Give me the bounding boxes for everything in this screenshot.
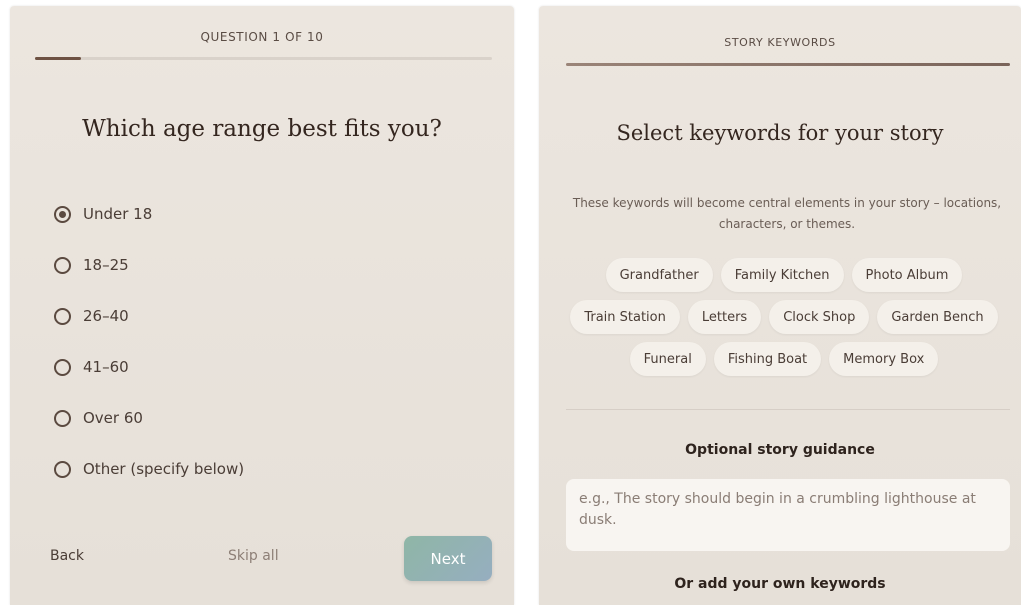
keyword-chip[interactable]: Memory Box bbox=[829, 342, 939, 376]
keyword-chip[interactable]: Garden Bench bbox=[877, 300, 998, 334]
keyword-chip-row: Train Station Letters Clock Shop Garden Ben… bbox=[564, 300, 1004, 334]
age-option[interactable]: 41–60 bbox=[54, 354, 129, 380]
age-option-label: 18–25 bbox=[83, 256, 129, 274]
age-option[interactable]: Under 18 bbox=[54, 201, 152, 227]
age-option-label: Over 60 bbox=[83, 409, 143, 427]
keyword-chip-list: Grandfather Family Kitchen Photo Album Trai… bbox=[564, 258, 1004, 384]
keywords-progress-bar bbox=[566, 63, 1010, 66]
keyword-chip[interactable]: Train Station bbox=[570, 300, 680, 334]
age-option[interactable]: Over 60 bbox=[54, 405, 143, 431]
age-option[interactable]: 18–25 bbox=[54, 252, 129, 278]
keywords-title: Select keywords for your story bbox=[616, 121, 944, 145]
radio-empty-icon[interactable] bbox=[54, 256, 71, 274]
radio-empty-icon[interactable] bbox=[54, 460, 71, 478]
keyword-chip-row: Grandfather Family Kitchen Photo Album bbox=[564, 258, 1004, 292]
keyword-chip-row: Funeral Fishing Boat Memory Box bbox=[564, 342, 1004, 376]
story-guidance-input[interactable] bbox=[566, 479, 1010, 551]
age-option[interactable]: Other (specify below) bbox=[54, 456, 244, 482]
age-option-label: Other (specify below) bbox=[83, 460, 245, 478]
keyword-chip[interactable]: Funeral bbox=[629, 342, 706, 376]
question-progress-bar bbox=[35, 57, 492, 60]
age-option-label: Under 18 bbox=[83, 205, 153, 223]
question-counter: QUESTION 1 OF 10 bbox=[200, 30, 324, 44]
age-option-label: 41–60 bbox=[83, 358, 129, 376]
keyword-chip[interactable]: Photo Album bbox=[851, 258, 963, 292]
age-option[interactable]: 26–40 bbox=[54, 303, 129, 329]
radio-selected-icon[interactable] bbox=[54, 205, 71, 223]
age-option-label: 26–40 bbox=[83, 307, 129, 325]
own-keywords-heading: Or add your own keywords bbox=[674, 576, 886, 592]
radio-empty-icon[interactable] bbox=[54, 307, 71, 325]
keyword-chip[interactable]: Letters bbox=[687, 300, 762, 334]
question-title: Which age range best fits you? bbox=[82, 116, 442, 142]
keyword-chip[interactable]: Clock Shop bbox=[769, 300, 870, 334]
skip-all-button[interactable]: Skip all bbox=[228, 548, 279, 564]
section-divider bbox=[566, 409, 1010, 410]
keywords-header: STORY KEYWORDS bbox=[724, 36, 836, 49]
guidance-heading: Optional story guidance bbox=[685, 442, 875, 458]
keywords-description: These keywords will become central eleme… bbox=[572, 196, 1002, 231]
question-panel: QUESTION 1 OF 10 Which age range best fi… bbox=[10, 6, 514, 605]
keyword-chip[interactable]: Family Kitchen bbox=[720, 258, 844, 292]
keyword-chip[interactable]: Grandfather bbox=[605, 258, 713, 292]
keywords-panel: STORY KEYWORDS Select keywords for your … bbox=[539, 6, 1021, 605]
back-button[interactable]: Back bbox=[50, 548, 84, 564]
question-progress-fill bbox=[35, 57, 81, 60]
radio-empty-icon[interactable] bbox=[54, 409, 71, 427]
next-button[interactable]: Next bbox=[404, 536, 492, 581]
radio-empty-icon[interactable] bbox=[54, 358, 71, 376]
keyword-chip[interactable]: Fishing Boat bbox=[713, 342, 822, 376]
